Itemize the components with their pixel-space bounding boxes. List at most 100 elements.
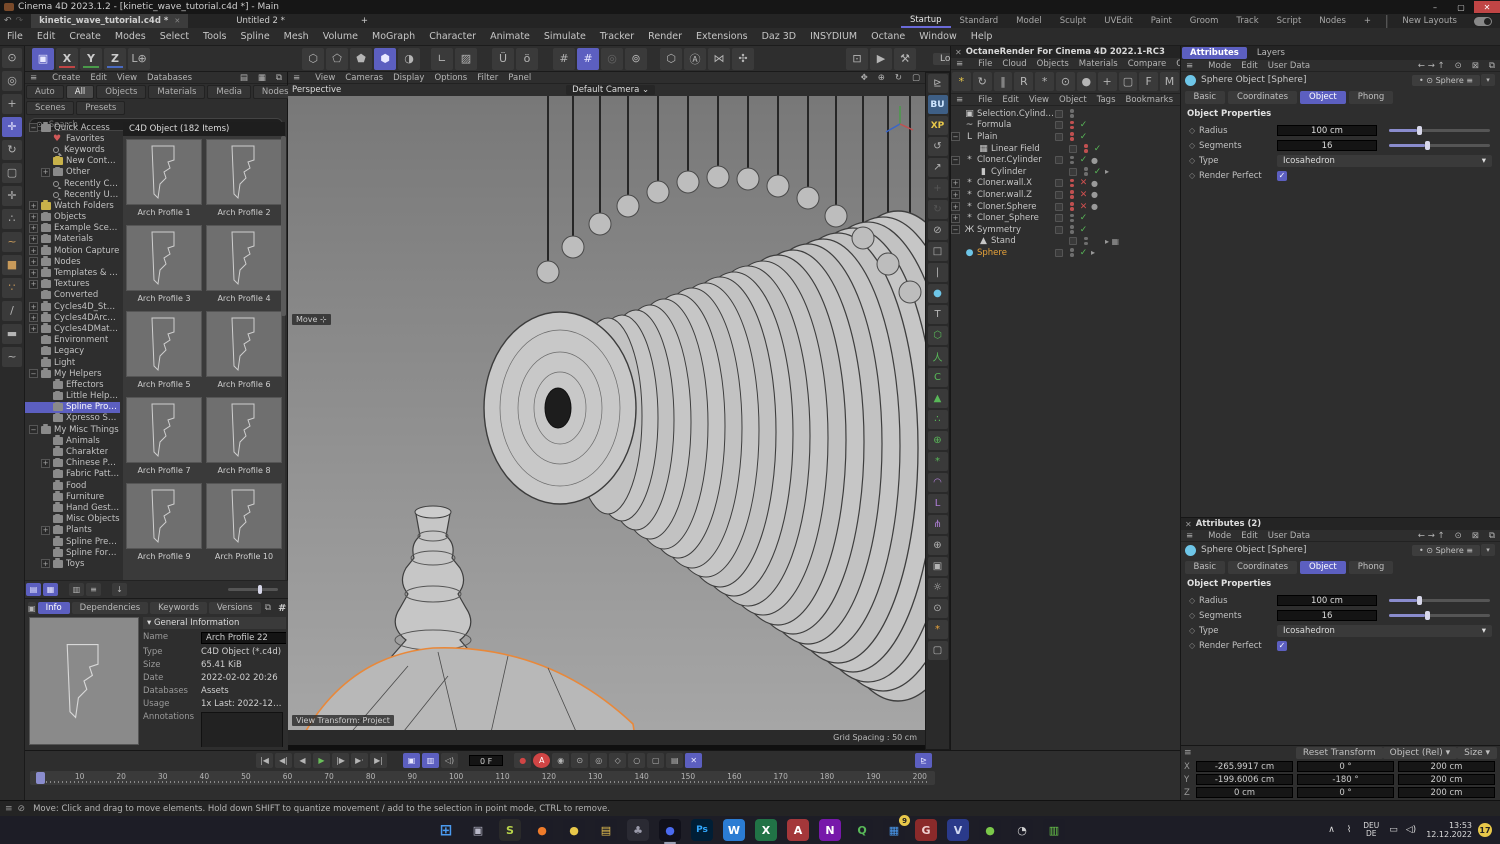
taskbar-app-icon[interactable]: ▥ xyxy=(1043,819,1065,841)
object-palette-icon[interactable]: ⊕ xyxy=(927,431,948,450)
hamburger-icon[interactable]: ≡ xyxy=(293,73,300,83)
object-palette-icon[interactable]: | xyxy=(927,263,948,282)
nav-arrows[interactable]: ← → ↑ xyxy=(1418,531,1445,541)
browser-tree-item[interactable]: Little Helpers xyxy=(25,390,120,402)
browser-tree-item[interactable]: + Toys xyxy=(25,558,120,569)
tray-chevron-icon[interactable]: ∧ xyxy=(1328,825,1335,835)
chevron-down-icon[interactable]: ▾ xyxy=(1481,544,1495,556)
render-perfect-checkbox[interactable]: ✓ xyxy=(1277,640,1287,651)
object-name[interactable]: Symmetry xyxy=(977,225,1055,235)
enable-dots[interactable] xyxy=(1069,190,1075,199)
expand-icon[interactable] xyxy=(41,380,50,389)
tag-icons[interactable]: ● xyxy=(1091,202,1098,211)
expand-icon[interactable]: − xyxy=(29,425,38,435)
camera-selector[interactable]: Default Camera ⌄ xyxy=(566,85,656,95)
attributes-menu-item[interactable]: User Data xyxy=(1268,531,1310,541)
enable-dots[interactable] xyxy=(1083,144,1089,153)
position-field[interactable]: -265.9917 cm xyxy=(1196,761,1293,772)
points-mode-button[interactable]: ⬡ xyxy=(302,47,324,70)
expand-icon[interactable] xyxy=(41,157,50,166)
tab-close-icon[interactable]: ✕ xyxy=(174,17,180,25)
timeline-toggle[interactable]: ▥ xyxy=(422,752,439,768)
new-layouts-button[interactable]: New Layouts xyxy=(1393,14,1466,28)
object-row[interactable]: + * Cloner.Sphere ✕ ● xyxy=(951,201,1180,213)
browser-tree-item[interactable]: + Chinese Patterns xyxy=(25,457,120,469)
tool-icon[interactable]: ◎ xyxy=(2,70,22,91)
radius-input[interactable]: 100 cm xyxy=(1277,125,1377,136)
notification-count-badge[interactable]: 17 xyxy=(1478,823,1492,837)
lock-icon[interactable]: ⊠ xyxy=(1472,531,1479,541)
tool-icon[interactable]: ∵ xyxy=(2,277,22,298)
fcurve-icon[interactable]: ⊵ xyxy=(915,752,932,768)
taskbar-app-icon[interactable]: V xyxy=(947,819,969,841)
expand-icon[interactable]: − xyxy=(951,155,960,165)
object-name[interactable]: Cloner.wall.X xyxy=(977,178,1055,188)
browser-tree-item[interactable]: Keywords xyxy=(25,144,120,155)
asset-thumbnail[interactable]: Arch Profile 4 xyxy=(206,225,282,307)
octane-tool-icon[interactable]: R xyxy=(1014,72,1034,91)
expand-icon[interactable]: + xyxy=(29,201,38,211)
attributes-menu-item[interactable]: Mode xyxy=(1208,531,1231,541)
taskbar-app-icon[interactable]: Ps xyxy=(691,819,713,841)
browser-menu-item[interactable]: Edit xyxy=(90,73,106,83)
expand-icon[interactable]: + xyxy=(951,178,960,188)
quantize-grid-button[interactable]: # xyxy=(577,47,599,70)
tool-icon[interactable]: + xyxy=(2,93,22,114)
enable-dots[interactable] xyxy=(1069,120,1075,130)
transport-button[interactable]: |◀ xyxy=(256,752,273,768)
expand-icon[interactable] xyxy=(41,179,50,188)
expand-icon[interactable]: + xyxy=(29,302,38,312)
menu-item[interactable]: Window xyxy=(912,31,963,42)
expand-icon[interactable] xyxy=(29,358,38,367)
viewport-menu-item[interactable]: Cameras xyxy=(345,73,383,83)
axis-modification-button[interactable]: ∟ xyxy=(431,47,453,70)
browser-tree-item[interactable]: Xpresso Settings xyxy=(25,412,120,424)
expand-icon[interactable]: + xyxy=(29,223,38,233)
layer-chip[interactable] xyxy=(1055,121,1063,130)
new-tab-button[interactable]: + xyxy=(353,14,376,28)
expand-icon[interactable] xyxy=(41,392,50,401)
taskbar-app-icon[interactable]: ♣ xyxy=(627,819,649,841)
radius-slider[interactable] xyxy=(1389,126,1490,135)
export-icon[interactable]: ⧉ xyxy=(1489,531,1495,541)
expand-icon[interactable] xyxy=(965,144,974,153)
taskbar-app-icon[interactable]: S xyxy=(499,819,521,841)
expand-icon[interactable] xyxy=(41,414,50,423)
expand-icon[interactable]: + xyxy=(29,234,38,244)
export-icon[interactable]: ⧉ xyxy=(1489,61,1495,71)
expand-icon[interactable] xyxy=(41,448,50,457)
browser-tree-item[interactable]: + Motion Capture xyxy=(25,245,120,256)
zoom-icon[interactable]: ⊕ xyxy=(878,73,885,83)
layer-chip[interactable] xyxy=(1055,190,1063,199)
browser-tree-item[interactable]: Spline Presets xyxy=(25,535,120,547)
object-row[interactable]: ▲ Stand ▸ ▦ xyxy=(951,236,1180,248)
expand-icon[interactable] xyxy=(41,548,50,557)
layer-chip[interactable] xyxy=(1055,202,1063,211)
language-indicator[interactable]: DEU DE xyxy=(1363,822,1379,838)
enable-dots[interactable] xyxy=(1069,225,1075,234)
expand-icon[interactable]: − xyxy=(29,369,38,379)
texture-mode-button[interactable]: ◑ xyxy=(398,47,420,70)
monitor-icon[interactable]: ▭ xyxy=(1389,825,1398,835)
layout-toggle[interactable] xyxy=(1474,16,1492,26)
browser-tree-item[interactable]: Animals xyxy=(25,435,120,446)
expand-icon[interactable] xyxy=(29,347,38,356)
layout-tab[interactable]: Track xyxy=(1227,14,1267,28)
expand-icon[interactable] xyxy=(41,145,50,154)
scale-field[interactable]: 200 cm xyxy=(1398,787,1495,798)
object-palette-icon[interactable]: ⊙ xyxy=(927,599,948,618)
detail-view-icon[interactable]: ▥ xyxy=(69,583,84,596)
keyframe-button[interactable]: ✕ xyxy=(685,752,703,768)
object-row[interactable]: + * Cloner.wall.Z ✕ ● xyxy=(951,189,1180,201)
tool-icon[interactable]: / xyxy=(2,300,22,321)
object-name[interactable]: Cloner.Cylinder xyxy=(977,155,1055,165)
browser-tab[interactable]: Materials xyxy=(148,85,206,99)
octane-menu-item[interactable]: Compare xyxy=(1128,59,1167,69)
layout-tab[interactable]: Groom xyxy=(1181,14,1228,28)
position-field[interactable]: 0 cm xyxy=(1196,787,1293,798)
browser-tree-item[interactable]: Converted xyxy=(25,289,120,301)
keyframe-button[interactable]: ⊙ xyxy=(571,752,589,768)
object-row[interactable]: − L Plain ✓ xyxy=(951,131,1180,143)
taskbar-app-icon[interactable]: ▤ xyxy=(595,819,617,841)
taskbar-app-icon[interactable]: ● xyxy=(563,819,585,841)
